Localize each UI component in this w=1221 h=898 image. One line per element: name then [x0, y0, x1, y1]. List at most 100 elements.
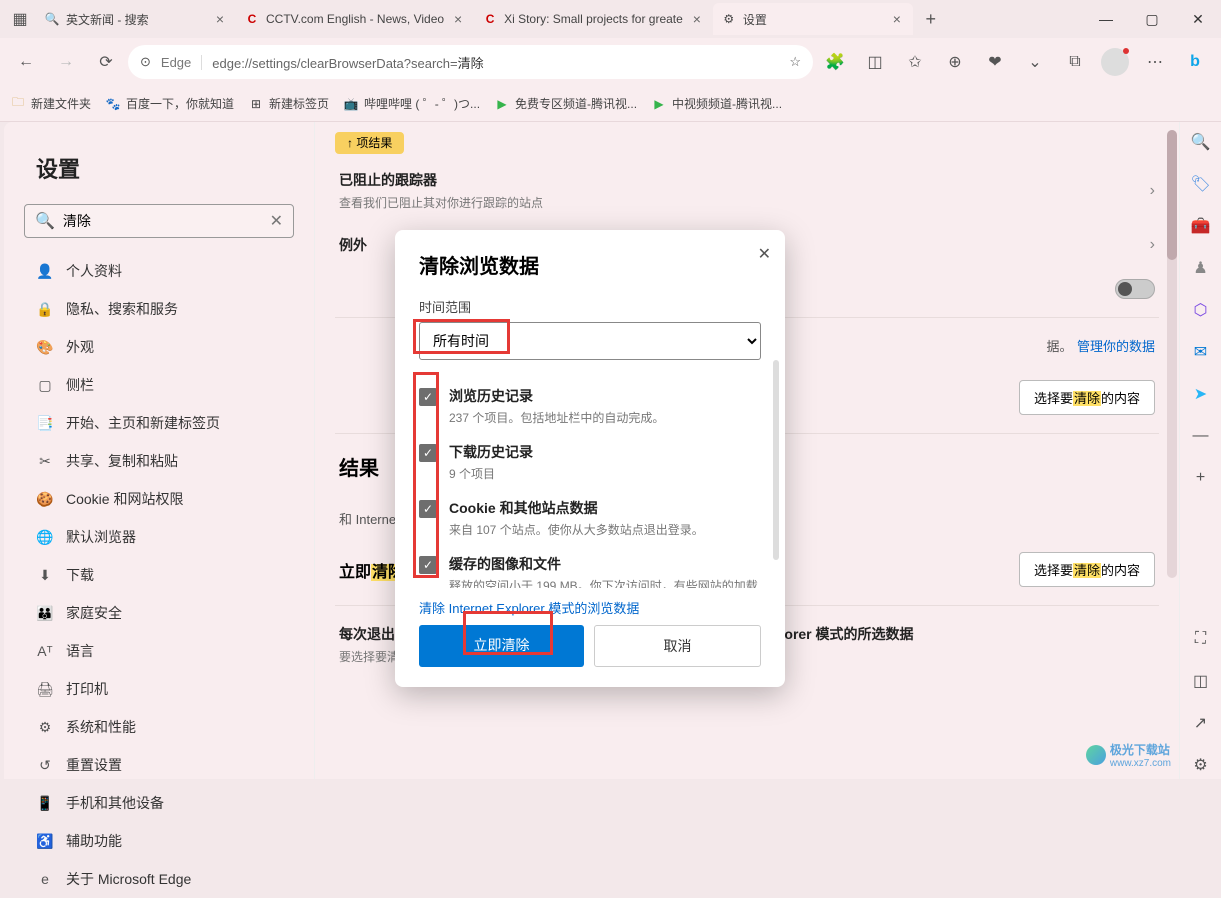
address-bar[interactable]: ⊙ Edge edge://settings/clearBrowserData?… [128, 45, 813, 79]
close-icon[interactable]: × [212, 11, 228, 27]
choose-clear-button-2[interactable]: 选择要清除的内容 [1019, 552, 1155, 587]
bookmark-tencent1[interactable]: ▶免费专区频道-腾讯视... [494, 95, 637, 112]
favorite-icon[interactable]: ☆ [789, 54, 801, 70]
sidebar-item[interactable]: 🔒隐私、搜索和服务 [24, 290, 294, 328]
clear-ie-link[interactable]: 清除 Internet Explorer 模式的浏览数据 [419, 598, 761, 617]
tools-rail-icon[interactable]: 🧰 [1187, 212, 1215, 240]
send-rail-icon[interactable]: ➤ [1187, 380, 1215, 408]
sidebar-item[interactable]: ⬇下载 [24, 556, 294, 594]
outlook-rail-icon[interactable]: ✉ [1187, 338, 1215, 366]
sidebar-item[interactable]: 🌐默认浏览器 [24, 518, 294, 556]
refresh-button[interactable]: ⟳ [88, 44, 124, 80]
search-rail-icon[interactable]: 🔍 [1187, 128, 1215, 156]
settings-rail-icon[interactable]: ⚙ [1187, 751, 1215, 779]
bing-icon[interactable]: b [1177, 44, 1213, 80]
sidebar-item[interactable]: 🍪Cookie 和网站权限 [24, 480, 294, 518]
checklist-sub: 9 个项目 [449, 465, 533, 482]
dialog-title: 清除浏览数据 [419, 250, 761, 279]
bookmark-folder[interactable]: 🗀新建文件夹 [10, 95, 91, 112]
sidebar-item[interactable]: 📑开始、主页和新建标签页 [24, 404, 294, 442]
profile-avatar[interactable] [1101, 48, 1129, 76]
watermark-url: www.xz7.com [1110, 758, 1171, 769]
bookmark-label: 中视频频道-腾讯视... [672, 95, 782, 112]
checklist-row[interactable]: ✓缓存的图像和文件释放的空间小于 199 MB。你下次访问时，有些网站的加载 [419, 546, 761, 588]
sidebar-item[interactable]: ↺重置设置 [24, 746, 294, 784]
sidebar-item[interactable]: 🎨外观 [24, 328, 294, 366]
split-icon[interactable]: ◫ [857, 44, 893, 80]
shopping-rail-icon[interactable]: 🏷 [1187, 170, 1215, 198]
bookmarks-bar: 🗀新建文件夹 🐾百度一下，你就知道 ⊞新建标签页 📺哔哩哔哩 ( ゜- ゜)つ.… [0, 86, 1221, 122]
manage-data-link[interactable]: 管理你的数据 [1077, 339, 1155, 354]
search-input[interactable] [63, 213, 270, 229]
cancel-button[interactable]: 取消 [594, 625, 761, 667]
dialog-scrollbar[interactable] [773, 360, 779, 560]
back-button[interactable]: ← [8, 44, 44, 80]
choose-clear-button[interactable]: 选择要清除的内容 [1019, 380, 1155, 415]
checkbox-checked-icon[interactable]: ✓ [419, 500, 437, 518]
open-rail-icon[interactable]: ↗ [1187, 709, 1215, 737]
collections-icon[interactable]: ⊕ [937, 44, 973, 80]
games-rail-icon[interactable]: ♟ [1187, 254, 1215, 282]
content-scrollbar[interactable] [1167, 130, 1177, 578]
office-rail-icon[interactable]: ⬡ [1187, 296, 1215, 324]
clear-icon[interactable]: ✕ [270, 211, 283, 231]
sidebar-item[interactable]: ♿辅助功能 [24, 822, 294, 860]
bookmark-tencent2[interactable]: ▶中视频频道-腾讯视... [651, 95, 782, 112]
edge-icon: ⊙ [140, 54, 151, 70]
screenshot-rail-icon[interactable]: ⛶ [1187, 625, 1215, 653]
time-range-select[interactable]: 所有时间 [419, 322, 761, 360]
close-icon[interactable]: × [889, 11, 905, 27]
toggle-switch[interactable] [1115, 279, 1155, 299]
tab-2[interactable]: C CCTV.com English - News, Video × [236, 3, 474, 35]
checklist-row[interactable]: ✓下载历史记录9 个项目 [419, 434, 761, 490]
bookmark-newtab[interactable]: ⊞新建标签页 [248, 95, 329, 112]
sidebar-item[interactable]: 🖨打印机 [24, 670, 294, 708]
watermark-logo-icon [1086, 745, 1106, 765]
performance-icon[interactable]: ⌄ [1017, 44, 1053, 80]
checklist-row[interactable]: ✓浏览历史记录237 个项目。包括地址栏中的自动完成。 [419, 378, 761, 434]
toolbar: ← → ⟳ ⊙ Edge edge://settings/clearBrowse… [0, 38, 1221, 86]
sidebar-item[interactable]: 👪家庭安全 [24, 594, 294, 632]
sidebar-item-icon: ⬇ [36, 567, 54, 584]
bookmark-bilibili[interactable]: 📺哔哩哔哩 ( ゜- ゜)つ... [343, 95, 480, 112]
dialog-close-icon[interactable]: ✕ [758, 244, 771, 264]
favorites-icon[interactable]: ✩ [897, 44, 933, 80]
new-tab-button[interactable]: + [917, 5, 945, 33]
sidebar-item-icon: 🖨 [36, 681, 54, 698]
bookmark-baidu[interactable]: 🐾百度一下，你就知道 [105, 95, 234, 112]
baidu-icon: 🐾 [105, 96, 121, 112]
tab-actions-icon[interactable]: ▦ [4, 3, 36, 35]
checkbox-checked-icon[interactable]: ✓ [419, 388, 437, 406]
sidebar-item-icon: ♿ [36, 833, 54, 850]
health-icon[interactable]: ❤ [977, 44, 1013, 80]
chevron-right-icon[interactable]: › [1150, 236, 1155, 254]
confirm-clear-button[interactable]: 立即清除 [419, 625, 584, 667]
sidebar-item[interactable]: ✂共享、复制和粘贴 [24, 442, 294, 480]
close-icon[interactable]: × [450, 11, 466, 27]
settings-search[interactable]: 🔍 ✕ [24, 204, 294, 238]
panel-rail-icon[interactable]: ◫ [1187, 667, 1215, 695]
sidebar-item[interactable]: 📱手机和其他设备 [24, 784, 294, 822]
extensions-icon[interactable]: 🧩 [817, 44, 853, 80]
tab-4-active[interactable]: ⚙ 设置 × [713, 3, 913, 35]
sidebar-item[interactable]: 👤个人资料 [24, 252, 294, 290]
tab-1[interactable]: 🔍 英文新闻 - 搜索 × [36, 3, 236, 35]
sidebar-item[interactable]: ⚙系统和性能 [24, 708, 294, 746]
close-icon[interactable]: × [689, 11, 705, 27]
chevron-right-icon[interactable]: › [1150, 182, 1155, 200]
maximize-button[interactable]: ▢ [1129, 0, 1175, 38]
sidebar-item[interactable]: ▢侧栏 [24, 366, 294, 404]
checkbox-checked-icon[interactable]: ✓ [419, 444, 437, 462]
time-range-label: 时间范围 [419, 297, 761, 316]
minimize-button[interactable]: — [1083, 0, 1129, 38]
sidebar-item[interactable]: e关于 Microsoft Edge [24, 860, 294, 898]
tab-3[interactable]: C Xi Story: Small projects for greate × [474, 3, 713, 35]
close-button[interactable]: ✕ [1175, 0, 1221, 38]
checkbox-checked-icon[interactable]: ✓ [419, 556, 437, 574]
add-rail-icon[interactable]: + [1187, 464, 1215, 492]
sidebar-item-icon: ↺ [36, 757, 54, 774]
screenshot-icon[interactable]: ⧉ [1057, 44, 1093, 80]
checklist-row[interactable]: ✓Cookie 和其他站点数据来自 107 个站点。使你从大多数站点退出登录。 [419, 490, 761, 546]
more-icon[interactable]: ⋯ [1137, 44, 1173, 80]
sidebar-item[interactable]: Aᵀ语言 [24, 632, 294, 670]
